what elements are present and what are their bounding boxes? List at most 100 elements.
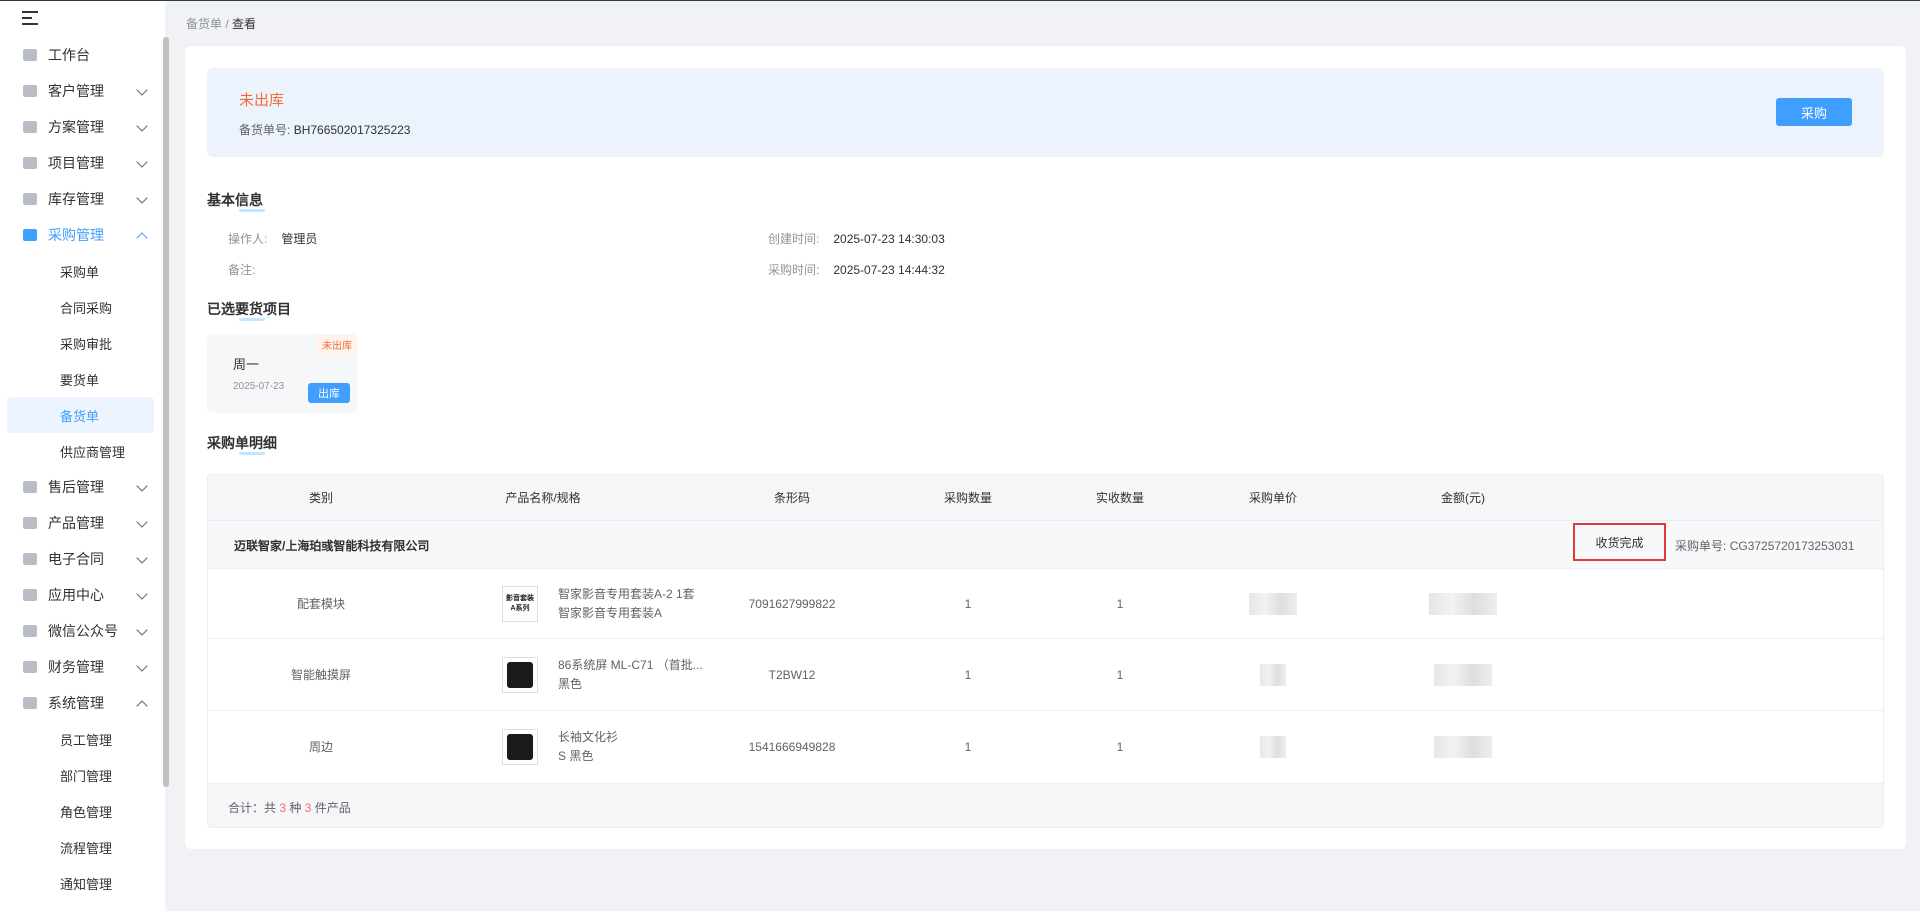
column-header: 采购数量 bbox=[943, 491, 992, 505]
sidebar-menu: 工作台客户管理方案管理 项目管理 库存管理采购管理采购单 合同采购 采购审批 要货单 备货单… bbox=[0, 37, 160, 901]
sidebar-item-label: 电子合同 bbox=[48, 551, 104, 567]
quantity-cell: 1 bbox=[964, 596, 972, 611]
top-border bbox=[0, 0, 1920, 1]
sidebar-subitem[interactable]: 合同采购 bbox=[0, 289, 160, 325]
sidebar-subitem[interactable]: 采购审批 bbox=[0, 325, 160, 361]
sidebar-item-12[interactable]: 系统管理 bbox=[0, 685, 160, 721]
sidebar-item-7[interactable]: 产品管理 bbox=[0, 505, 160, 541]
product-thumbnail[interactable]: 影音套装 A系列 bbox=[502, 586, 538, 622]
order-number-value: BH766502017325223 bbox=[293, 123, 411, 137]
requisition-card[interactable]: 未出库 周一 2025-07-23 出库 bbox=[207, 334, 358, 413]
product-spec: 智家影音专用套装A bbox=[558, 606, 663, 620]
settings-icon bbox=[22, 696, 38, 710]
requisition-name: 周一 bbox=[233, 357, 260, 372]
chevron-down-icon bbox=[136, 516, 148, 528]
chevron-up-icon bbox=[136, 232, 148, 244]
product-thumbnail[interactable] bbox=[502, 657, 538, 693]
chevron-down-icon bbox=[136, 660, 148, 672]
chevron-down-icon bbox=[136, 480, 148, 492]
purchase-detail-title: 采购单明细 bbox=[207, 435, 277, 455]
sidebar-item-10[interactable]: 微信公众号 bbox=[0, 613, 160, 649]
purchase-time-value: 2025-07-23 14:44:32 bbox=[833, 263, 945, 277]
unit-price-cell bbox=[1193, 711, 1353, 782]
product-spec: 黑色 bbox=[558, 677, 583, 691]
po-value: CG3725720173253031 bbox=[1729, 539, 1855, 553]
sidebar-item-2[interactable]: 方案管理 bbox=[0, 109, 160, 145]
summary-kinds: 3 bbox=[279, 801, 287, 815]
column-header: 采购单价 bbox=[1248, 491, 1297, 505]
purchase-time-field: 采购时间: 2025-07-23 14:44:32 bbox=[768, 261, 945, 278]
apps-icon bbox=[22, 588, 38, 602]
created-time-value: 2025-07-23 14:30:03 bbox=[833, 232, 945, 246]
sidebar-item-label: 工作台 bbox=[48, 47, 90, 63]
sidebar-item-5[interactable]: 采购管理 bbox=[0, 217, 160, 253]
status-banner: 未出库 备货单号: BH766502017325223 采购 bbox=[207, 68, 1884, 157]
folder-icon bbox=[22, 156, 38, 170]
sidebar-subitem[interactable]: 流程管理 bbox=[0, 829, 160, 865]
stock-status: 未出库 bbox=[239, 92, 285, 109]
table-summary: 合计：共 3 种 3 件产品 bbox=[208, 783, 1883, 827]
received-cell: 1 bbox=[1116, 667, 1124, 682]
product-name-cell: 长袖文化衫 S 黑色 bbox=[558, 728, 618, 766]
sidebar-item-11[interactable]: 财务管理 bbox=[0, 649, 160, 685]
chevron-down-icon bbox=[136, 588, 148, 600]
column-header: 实收数量 bbox=[1095, 491, 1144, 505]
po-label: 采购单号: bbox=[1675, 539, 1727, 553]
barcode-cell: T2BW12 bbox=[768, 667, 816, 682]
sidebar-subitem[interactable]: 要货单 bbox=[0, 361, 160, 397]
table-row: 配套模块 影音套装 A系列 智家影音专用套装A-2 1套 智家影音专用套装A 70916… bbox=[208, 568, 1883, 638]
sidebar-item-6[interactable]: 售后管理 bbox=[0, 469, 160, 505]
chevron-down-icon bbox=[136, 156, 148, 168]
product-name-cell: 智家影音专用套装A-2 1套 智家影音专用套装A bbox=[558, 585, 695, 623]
operator-label: 操作人: bbox=[228, 232, 268, 246]
chevron-down-icon bbox=[136, 624, 148, 636]
operator-value: 管理员 bbox=[281, 232, 318, 246]
chevron-down-icon bbox=[136, 552, 148, 564]
sidebar-item-label: 采购管理 bbox=[48, 227, 104, 243]
summary-count: 3 bbox=[304, 801, 312, 815]
headset-icon bbox=[22, 480, 38, 494]
sidebar-subitem[interactable]: 通知管理 bbox=[0, 865, 160, 901]
contract-icon bbox=[22, 552, 38, 566]
purchase-button[interactable]: 采购 bbox=[1776, 98, 1852, 126]
product-thumbnail[interactable] bbox=[502, 729, 538, 765]
category-cell: 配套模块 bbox=[296, 597, 345, 611]
sidebar-subitem[interactable]: 角色管理 bbox=[0, 793, 160, 829]
amount-cell bbox=[1383, 569, 1543, 638]
chevron-down-icon bbox=[136, 192, 148, 204]
sidebar-item-label: 客户管理 bbox=[48, 83, 104, 99]
remark-label: 备注: bbox=[228, 263, 256, 277]
sidebar-subitem[interactable]: 员工管理 bbox=[0, 721, 160, 757]
sidebar-subitem[interactable]: 采购单 bbox=[0, 253, 160, 289]
purchase-order-number: 采购单号: CG3725720173253031 bbox=[1675, 537, 1854, 554]
sidebar-item-9[interactable]: 应用中心 bbox=[0, 577, 160, 613]
table-body: 配套模块 影音套装 A系列 智家影音专用套装A-2 1套 智家影音专用套装A 70916… bbox=[208, 568, 1883, 782]
sidebar-item-4[interactable]: 库存管理 bbox=[0, 181, 160, 217]
menu-collapse-icon[interactable] bbox=[22, 11, 40, 27]
sidebar-item-3[interactable]: 项目管理 bbox=[0, 145, 160, 181]
sidebar-item-0[interactable]: 工作台 bbox=[0, 37, 160, 73]
product-spec: S 黑色 bbox=[558, 749, 594, 763]
chevron-down-icon bbox=[136, 84, 148, 96]
wechat-icon bbox=[22, 624, 38, 638]
product-name: 智家影音专用套装A-2 1套 bbox=[558, 587, 695, 601]
main-card: 未出库 备货单号: BH766502017325223 采购 基本信息 操作人:… bbox=[185, 46, 1906, 849]
sidebar-item-8[interactable]: 电子合同 bbox=[0, 541, 160, 577]
sidebar-item-label: 微信公众号 bbox=[48, 623, 118, 639]
sidebar-scrollbar[interactable] bbox=[163, 37, 169, 787]
sidebar-item-1[interactable]: 客户管理 bbox=[0, 73, 160, 109]
order-number: 备货单号: BH766502017325223 bbox=[239, 121, 410, 138]
product-name: 长袖文化衫 bbox=[558, 730, 619, 744]
chevron-down-icon bbox=[136, 120, 148, 132]
sidebar-subitem[interactable]: 供应商管理 bbox=[0, 433, 160, 469]
customer-icon bbox=[22, 84, 38, 98]
sidebar-item-label: 售后管理 bbox=[48, 479, 104, 495]
sidebar-subitem[interactable]: 部门管理 bbox=[0, 757, 160, 793]
purchase-time-label: 采购时间: bbox=[768, 263, 820, 277]
breadcrumb-parent[interactable]: 备货单 bbox=[186, 17, 222, 31]
quantity-cell: 1 bbox=[964, 739, 972, 754]
breadcrumb-separator: / bbox=[225, 17, 229, 31]
sidebar-subitem[interactable]: 备货单 bbox=[7, 397, 154, 433]
chevron-up-icon bbox=[136, 700, 148, 712]
outbound-button[interactable]: 出库 bbox=[308, 383, 350, 403]
